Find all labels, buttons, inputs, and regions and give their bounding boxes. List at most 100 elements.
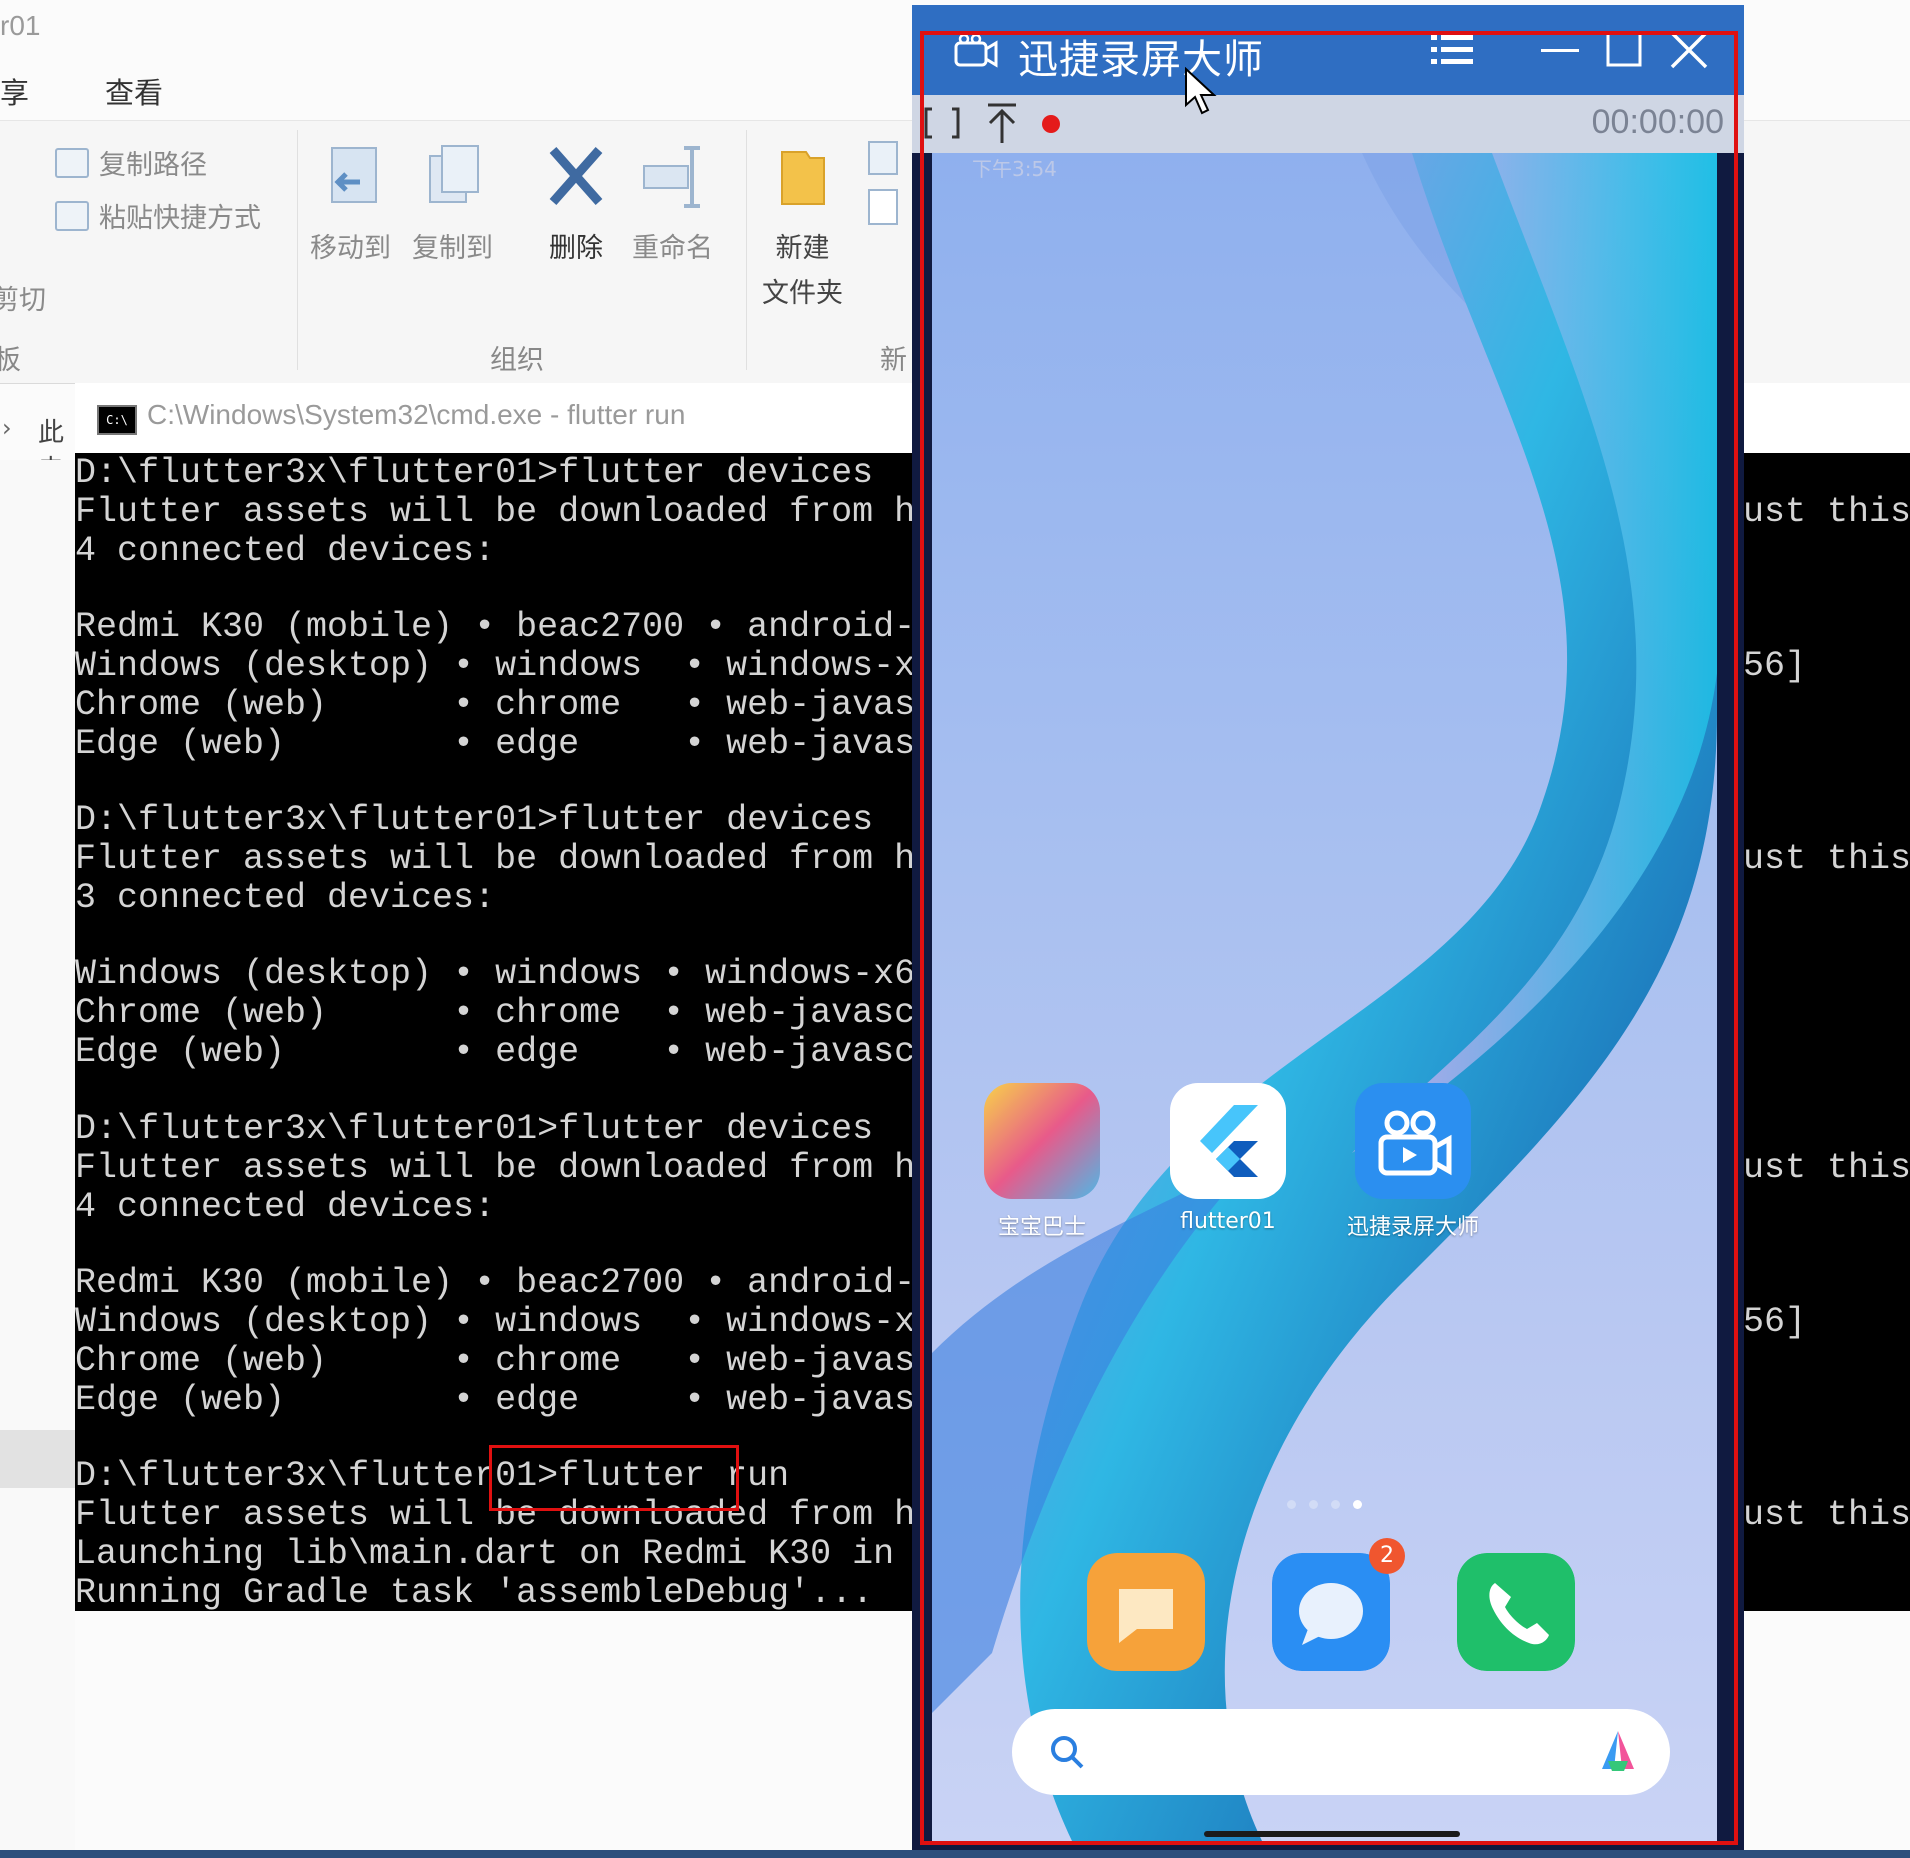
phone-app-icon[interactable] bbox=[1457, 1553, 1575, 1671]
app-label: 迅捷录屏大师 bbox=[1346, 1215, 1479, 1240]
phone-status-bar: 下午3:54 bbox=[952, 153, 1697, 183]
delete-label: 删除 bbox=[549, 233, 603, 264]
windows-taskbar bbox=[0, 1850, 1910, 1858]
paste-shortcut-label: 粘贴快捷方式 bbox=[99, 203, 261, 234]
cmd-title: C:\Windows\System32\cmd.exe - flutter ru… bbox=[147, 399, 686, 430]
assistant-logo-icon[interactable] bbox=[1594, 1727, 1642, 1775]
console-line: Redmi K30 (mobile) • beac2700 • android-… bbox=[75, 1263, 979, 1303]
notes-app-icon[interactable] bbox=[1087, 1553, 1205, 1671]
organize-group-label: 组织 bbox=[490, 345, 544, 376]
move-to-icon bbox=[330, 147, 377, 203]
new-folder-label-2: 文件夹 bbox=[762, 278, 843, 309]
console-line: 4 connected devices: bbox=[75, 1187, 496, 1227]
close-icon[interactable] bbox=[1664, 25, 1714, 75]
console-line: 3 connected devices: bbox=[75, 878, 496, 918]
console-line: D:\flutter3x\flutter01>flutter devices bbox=[75, 800, 874, 840]
app-flutter01[interactable]: flutter01 bbox=[1153, 1083, 1303, 1234]
phone-screen-mirror[interactable]: 下午3:54 宝宝巴士 flutter01 迅捷录屏大师 2 bbox=[932, 153, 1717, 1841]
navigation-pane[interactable] bbox=[0, 460, 75, 1850]
console-right-fragment: 56] bbox=[1743, 1302, 1807, 1342]
app-label: flutter01 bbox=[1180, 1209, 1276, 1234]
move-to-label: 移动到 bbox=[310, 233, 391, 264]
console-right-fragment: ust this bbox=[1743, 492, 1910, 532]
delete-x-icon bbox=[549, 147, 603, 205]
console-line: Windows (desktop) • windows • windows-x6… bbox=[75, 954, 937, 994]
fullscreen-bracket-icon[interactable] bbox=[922, 103, 962, 143]
camera-icon bbox=[954, 33, 998, 68]
delete-button[interactable]: 删除 bbox=[545, 142, 607, 265]
tab-view[interactable]: 查看 bbox=[105, 70, 163, 112]
paste-shortcut-button[interactable]: 粘贴快捷方式 bbox=[55, 196, 261, 235]
maximize-icon[interactable] bbox=[1600, 25, 1650, 75]
app-xunjie-recorder[interactable]: 迅捷录屏大师 bbox=[1338, 1083, 1488, 1241]
console-line: Edge (web) • edge • web-javascr bbox=[75, 1380, 958, 1420]
home-indicator bbox=[1204, 1831, 1460, 1837]
new-folder-button[interactable]: 新建 文件夹 bbox=[762, 142, 843, 310]
new-item-icon[interactable] bbox=[865, 138, 905, 230]
console-right-fragment: 56] bbox=[1743, 646, 1807, 686]
console-line: Chrome (web) • chrome • web-javascr bbox=[75, 685, 958, 725]
cmd-app-icon: C:\ bbox=[97, 405, 137, 435]
console-line: Running Gradle task 'assembleDebug'... bbox=[75, 1573, 874, 1613]
messages-app-icon[interactable] bbox=[1272, 1553, 1390, 1671]
page-dot bbox=[1287, 1500, 1296, 1509]
rename-icon bbox=[642, 146, 700, 208]
console-line: Windows (desktop) • windows • windows-x6… bbox=[75, 646, 958, 686]
rename-label: 重命名 bbox=[632, 233, 713, 264]
home-search-bar[interactable] bbox=[1012, 1709, 1670, 1795]
console-line: Launching lib\main.dart on Redmi K30 in … bbox=[75, 1534, 1000, 1574]
console-right-fragment: ust this bbox=[1743, 1495, 1910, 1535]
console-line: Chrome (web) • chrome • web-javascrip bbox=[75, 993, 979, 1033]
recorder-toolbar: 00:00:00 bbox=[912, 95, 1744, 153]
app-baby-bus[interactable]: 宝宝巴士 bbox=[967, 1083, 1117, 1241]
console-line: Chrome (web) • chrome • web-javascr bbox=[75, 1341, 958, 1381]
menu-list-icon[interactable] bbox=[1427, 25, 1477, 75]
search-icon bbox=[1051, 1736, 1084, 1769]
flutter-logo-icon bbox=[1170, 1083, 1286, 1199]
app-label: 宝宝巴士 bbox=[997, 1215, 1086, 1240]
cut-label: 剪切 bbox=[0, 285, 46, 316]
page-dot bbox=[1309, 1500, 1318, 1509]
console-line: Flutter assets will be downloaded from h… bbox=[75, 492, 979, 532]
move-to-button[interactable]: 移动到 bbox=[310, 142, 391, 265]
copy-to-label: 复制到 bbox=[412, 233, 493, 264]
copy-to-button[interactable]: 复制到 bbox=[412, 142, 493, 265]
rename-button[interactable]: 重命名 bbox=[632, 142, 713, 265]
screen-recorder-window[interactable]: 迅捷录屏大师 00:00:00 下午3:54 宝宝巴士 flutter01 迅捷… bbox=[912, 5, 1744, 1850]
flutter-run-highlight-box bbox=[489, 1445, 739, 1511]
recorder-titlebar[interactable]: 迅捷录屏大师 bbox=[912, 5, 1744, 95]
console-line: Flutter assets will be downloaded from h… bbox=[75, 1148, 979, 1188]
page-dot-active bbox=[1353, 1500, 1362, 1509]
recorder-title: 迅捷录屏大师 bbox=[1018, 37, 1264, 83]
console-line: Edge (web) • edge • web-javascr bbox=[75, 724, 958, 764]
new-folder-label-1: 新建 bbox=[775, 233, 830, 264]
record-dot-icon[interactable] bbox=[1040, 113, 1062, 135]
copy-to-icon bbox=[428, 145, 479, 203]
clipboard-group-label: 板 bbox=[0, 345, 21, 376]
console-line: 4 connected devices: bbox=[75, 531, 496, 571]
address-bar[interactable]: › 此电 bbox=[0, 390, 80, 485]
console-line: D:\flutter3x\flutter01>flutter devices bbox=[75, 1109, 874, 1149]
folder-icon bbox=[780, 151, 825, 205]
cut-button[interactable]: 剪切 bbox=[0, 278, 46, 317]
console-right-fragment: ust this bbox=[1743, 1148, 1910, 1188]
navigation-selected-item[interactable] bbox=[0, 1430, 75, 1488]
baby-bus-icon bbox=[984, 1083, 1100, 1199]
copy-path-label: 复制路径 bbox=[99, 150, 207, 181]
console-line: Redmi K30 (mobile) • beac2700 • android-… bbox=[75, 607, 979, 647]
mouse-cursor-icon bbox=[1185, 67, 1217, 115]
copy-path-button[interactable]: 复制路径 bbox=[55, 143, 207, 182]
upload-arrow-icon[interactable] bbox=[982, 101, 1022, 145]
minimize-icon[interactable] bbox=[1535, 25, 1585, 75]
recorder-app-icon bbox=[1355, 1083, 1471, 1199]
copy-path-icon bbox=[55, 147, 89, 178]
paste-shortcut-icon bbox=[55, 200, 89, 231]
console-line: Windows (desktop) • windows • windows-x6… bbox=[75, 1302, 958, 1342]
chevron-right-icon: › bbox=[2, 414, 12, 442]
status-time: 下午3:54 bbox=[972, 157, 1057, 181]
new-group-label: 新 bbox=[880, 345, 907, 376]
notification-badge: 2 bbox=[1369, 1538, 1405, 1574]
console-right-fragment: ust this bbox=[1743, 839, 1910, 879]
tab-share[interactable]: 享 bbox=[0, 70, 29, 112]
page-dot bbox=[1331, 1500, 1340, 1509]
